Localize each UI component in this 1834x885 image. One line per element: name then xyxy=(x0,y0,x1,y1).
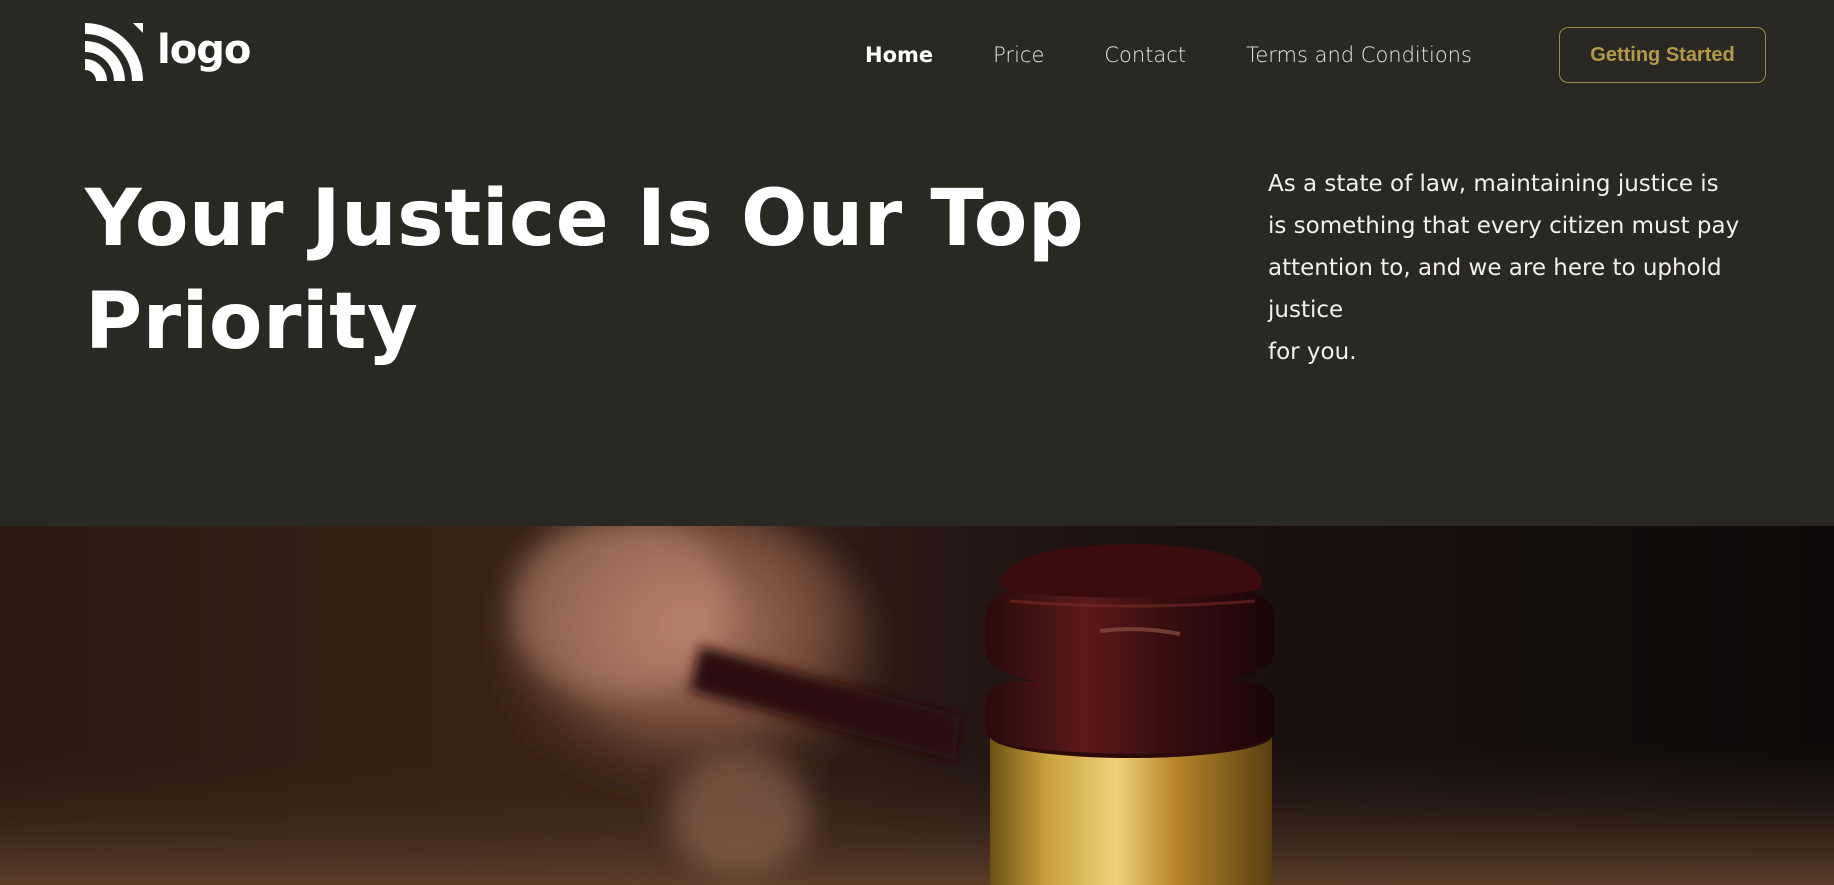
gavel-illustration xyxy=(0,526,1834,885)
logo[interactable]: logo xyxy=(85,22,251,82)
hero-description-line: justice xyxy=(1268,297,1344,323)
gavel-head xyxy=(985,544,1275,885)
nav-terms[interactable]: Terms and Conditions xyxy=(1246,43,1472,67)
getting-started-button[interactable]: Getting Started xyxy=(1559,27,1766,83)
logo-text: logo xyxy=(157,27,251,73)
nav-price[interactable]: Price xyxy=(993,43,1044,67)
hero-description-line: As a state of law, maintaining justice i… xyxy=(1268,171,1719,197)
site-header: logo Home Price Contact Terms and Condit… xyxy=(0,0,1834,110)
hero-description: As a state of law, maintaining justice i… xyxy=(1268,163,1778,373)
gavel-photo xyxy=(0,526,1834,885)
nav-home[interactable]: Home xyxy=(865,43,933,67)
nav-contact[interactable]: Contact xyxy=(1104,43,1186,67)
main-nav: Home Price Contact Terms and Conditions xyxy=(865,38,1472,72)
hero-description-line: for you. xyxy=(1268,339,1357,365)
hero-title-line-1: Your Justice Is Our Top xyxy=(85,174,1085,264)
hero-description-line: attention to, and we are here to uphold xyxy=(1268,255,1722,281)
hero-description-line: is something that every citizen must pay xyxy=(1268,213,1740,239)
hero-title: Your Justice Is Our Top Priority xyxy=(85,168,1145,374)
wifi-signal-icon xyxy=(85,23,143,81)
hero-title-line-2: Priority xyxy=(85,277,419,367)
